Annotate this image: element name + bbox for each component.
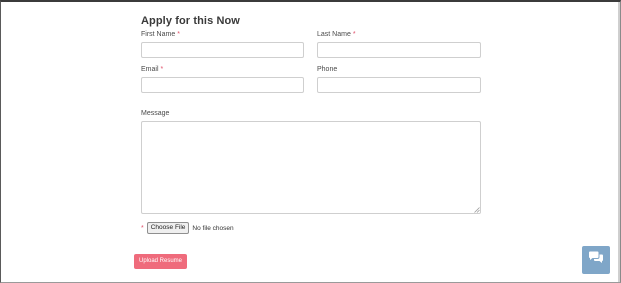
resume-file-input: * Choose File No file chosen xyxy=(141,222,234,234)
first-name-label: First Name * xyxy=(141,31,180,38)
resize-grip-icon[interactable] xyxy=(474,207,480,213)
upload-resume-button[interactable]: Upload Resume xyxy=(134,254,187,269)
email-label: Email * xyxy=(141,66,163,73)
phone-label: Phone xyxy=(317,66,337,73)
last-name-label-text: Last Name xyxy=(317,31,351,38)
first-name-input[interactable] xyxy=(141,42,304,58)
email-input[interactable] xyxy=(141,77,304,93)
first-name-label-text: First Name xyxy=(141,31,176,38)
phone-input[interactable] xyxy=(317,77,481,93)
email-label-text: Email xyxy=(141,66,159,73)
last-name-label: Last Name * xyxy=(317,31,356,38)
required-marker: * xyxy=(352,31,356,38)
required-marker: * xyxy=(177,31,180,38)
message-label-text: Message xyxy=(141,110,170,117)
phone-label-text: Phone xyxy=(317,66,338,73)
choose-file-button[interactable]: Choose File xyxy=(146,222,190,234)
last-name-input[interactable] xyxy=(317,42,481,58)
message-label: Message xyxy=(141,110,169,117)
message-textarea[interactable] xyxy=(141,121,481,214)
required-marker: * xyxy=(141,224,144,232)
chat-bubbles-icon xyxy=(588,251,604,270)
scrollbar-edge xyxy=(618,2,620,282)
form-title: Apply for this Now xyxy=(141,15,240,27)
chat-widget-button[interactable] xyxy=(582,246,610,274)
file-status-text: No file chosen xyxy=(192,224,234,232)
required-marker: * xyxy=(160,66,164,73)
